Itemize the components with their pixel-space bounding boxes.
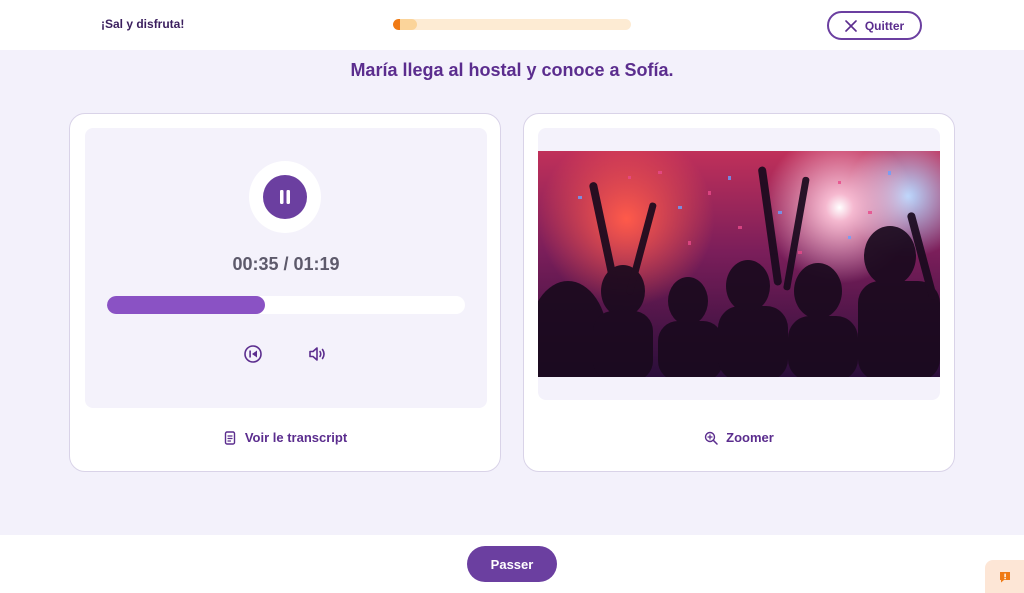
current-time: 00:35 [232, 254, 279, 274]
transcript-link[interactable]: Voir le transcript [70, 430, 500, 445]
pause-button-ring [249, 161, 321, 233]
pause-button[interactable] [263, 175, 307, 219]
document-icon [224, 430, 236, 445]
volume-button[interactable] [307, 344, 327, 364]
image-frame [538, 128, 940, 400]
zoom-in-icon [704, 431, 718, 445]
lesson-progress-bar [393, 19, 631, 30]
audio-time: 00:35 / 01:19 [85, 254, 487, 275]
volume-icon [309, 347, 325, 361]
lesson-title: ¡Sal y disfruta! [101, 17, 185, 31]
audio-card: 00:35 / 01:19 Voir le transcript [69, 113, 501, 472]
restart-button[interactable] [243, 344, 263, 364]
close-icon [845, 19, 857, 32]
audio-seek-fill [107, 296, 265, 314]
feedback-icon [999, 571, 1010, 582]
skip-button[interactable]: Passer [467, 546, 557, 582]
audio-seek-bar[interactable] [107, 296, 465, 314]
top-bar: ¡Sal y disfruta! Quitter [0, 0, 1024, 50]
bottom-bar: Passer [0, 535, 1024, 593]
pause-icon [280, 190, 290, 204]
quit-label: Quitter [864, 18, 905, 33]
restart-icon [244, 345, 262, 363]
time-separator: / [278, 254, 294, 274]
party-photo-art [538, 166, 940, 377]
feedback-button[interactable] [985, 560, 1024, 593]
page-title: María llega al hostal y conoce a Sofía. [350, 60, 674, 80]
zoom-link[interactable]: Zoomer [524, 430, 954, 445]
party-photo [538, 151, 940, 377]
duration: 01:19 [293, 254, 340, 274]
zoom-label: Zoomer [726, 430, 774, 445]
quit-button[interactable]: Quitter [827, 11, 922, 40]
lesson-progress-marker [393, 19, 400, 30]
image-card: Zoomer [523, 113, 955, 472]
transcript-label: Voir le transcript [244, 430, 348, 445]
audio-player: 00:35 / 01:19 [85, 128, 487, 408]
